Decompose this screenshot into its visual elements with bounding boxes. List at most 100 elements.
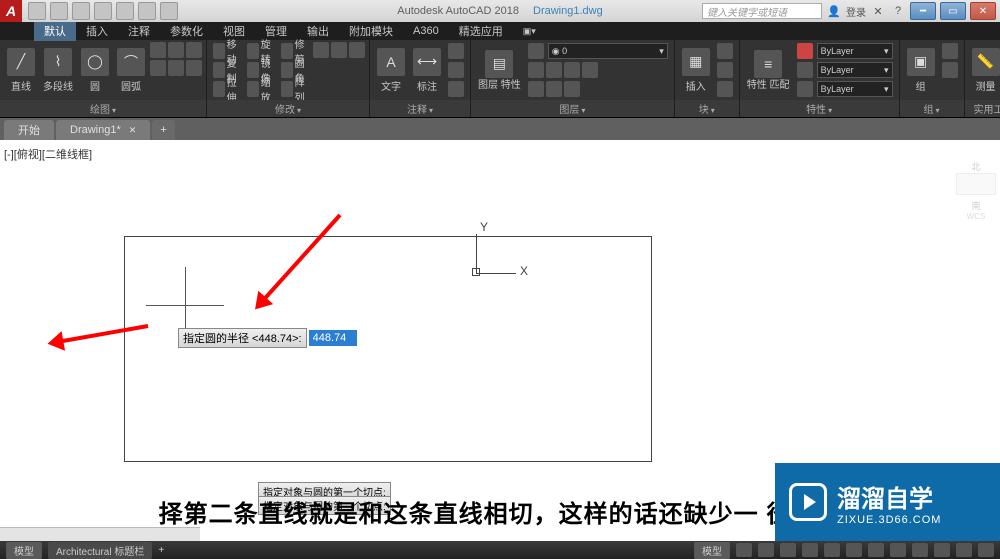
login-label[interactable]: 登录 <box>846 4 866 19</box>
qat-open-icon[interactable] <box>50 2 68 20</box>
linetype-combo[interactable]: ByLayer▾ <box>795 80 895 98</box>
layer-off-icon[interactable] <box>546 62 562 78</box>
model-space-toggle[interactable]: 模型 <box>694 542 730 559</box>
model-tab[interactable]: 模型 <box>6 542 42 559</box>
viewport-label[interactable]: [-][俯视][二维线框] <box>4 146 92 162</box>
line-button[interactable]: ╱直线 <box>4 42 38 98</box>
app-logo[interactable]: A <box>0 0 22 22</box>
layer-combo[interactable]: ◉ 0 ▾ <box>526 42 670 60</box>
erase-icon[interactable] <box>313 42 329 58</box>
file-tab-start[interactable]: 开始 <box>4 120 54 140</box>
match-props-button[interactable]: ≡特性 匹配 <box>744 42 793 98</box>
snap-toggle-icon[interactable] <box>758 543 774 557</box>
panel-layers-title[interactable]: 图层▾ <box>471 100 674 117</box>
tab-addins[interactable]: 附加模块 <box>339 21 403 41</box>
help-icon[interactable]: ? <box>890 3 906 19</box>
login-icon[interactable]: 👤 <box>826 3 842 19</box>
arc-button[interactable]: ⌒圆弧 <box>114 42 148 98</box>
offset-icon[interactable] <box>349 42 365 58</box>
command-line[interactable] <box>0 527 200 541</box>
tab-expand-icon[interactable]: ▣▾ <box>513 24 546 39</box>
tab-annotate[interactable]: 注释 <box>118 21 160 41</box>
rect-icon[interactable] <box>150 42 166 58</box>
qat-new-icon[interactable] <box>28 2 46 20</box>
qat-saveas-icon[interactable] <box>94 2 112 20</box>
lineweight-combo[interactable]: ByLayer▾ <box>795 61 895 79</box>
ellipse-icon[interactable] <box>186 42 202 58</box>
color-combo[interactable]: ByLayer▾ <box>795 42 895 60</box>
create-block-button[interactable] <box>715 42 735 60</box>
clean-screen-icon[interactable] <box>978 543 994 557</box>
panel-draw-title[interactable]: 绘图▾ <box>0 100 206 117</box>
panel-group-title[interactable]: 组▾ <box>900 100 964 117</box>
transparency-toggle-icon[interactable] <box>890 543 906 557</box>
cycling-toggle-icon[interactable] <box>912 543 928 557</box>
explode-icon[interactable] <box>331 42 347 58</box>
qat-save-icon[interactable] <box>72 2 90 20</box>
close-tab-icon[interactable]: ✕ <box>129 125 137 136</box>
layer-iso-icon[interactable] <box>528 81 544 97</box>
close-button[interactable]: ✕ <box>970 2 996 20</box>
navigation-bar[interactable]: 北 南 WCS <box>956 160 996 221</box>
annotation-scale-icon[interactable] <box>934 543 950 557</box>
file-tab-current[interactable]: Drawing1*✕ <box>56 120 150 140</box>
panel-modify-title[interactable]: 修改▾ <box>207 100 369 117</box>
layer-prev-icon[interactable] <box>564 81 580 97</box>
insert-block-button[interactable]: ▦插入 <box>679 42 713 98</box>
stretch-button[interactable]: 拉伸 <box>211 80 243 98</box>
layer-freeze-icon[interactable] <box>528 62 544 78</box>
dyn-toggle-icon[interactable] <box>846 543 862 557</box>
array-button[interactable]: 阵列 <box>279 80 311 98</box>
mtext-button[interactable] <box>446 80 466 98</box>
group-button[interactable]: ▣组 <box>904 42 938 98</box>
lineweight-toggle-icon[interactable] <box>868 543 884 557</box>
layer-props-button[interactable]: ▤图层 特性 <box>475 42 524 98</box>
osnap-toggle-icon[interactable] <box>824 543 840 557</box>
measure-button[interactable]: 📏测量 <box>969 42 1000 98</box>
text-button[interactable]: A文字 <box>374 42 408 98</box>
tab-default[interactable]: 默认 <box>34 21 76 41</box>
point-icon[interactable] <box>168 60 184 76</box>
panel-props-title[interactable]: 特性▾ <box>740 100 899 117</box>
drawn-rectangle[interactable] <box>124 236 652 462</box>
qat-print-icon[interactable] <box>116 2 134 20</box>
tab-parametric[interactable]: 参数化 <box>160 21 213 41</box>
polar-toggle-icon[interactable] <box>802 543 818 557</box>
layout-arch-tab[interactable]: Architectural 标题栏 <box>48 542 152 559</box>
layer-uniso-icon[interactable] <box>546 81 562 97</box>
hatch-icon[interactable] <box>168 42 184 58</box>
leader-button[interactable] <box>446 42 466 60</box>
dynamic-input-field[interactable] <box>309 330 357 346</box>
attr-button[interactable] <box>715 80 735 98</box>
scale-button[interactable]: 缩放 <box>245 80 277 98</box>
panel-blocks-title[interactable]: 块▾ <box>675 100 739 117</box>
viewcube-icon[interactable] <box>956 173 996 195</box>
spline-icon[interactable] <box>150 60 166 76</box>
maximize-button[interactable]: ▭ <box>940 2 966 20</box>
table-button[interactable] <box>446 61 466 79</box>
panel-util-title[interactable]: 实用工具▾ <box>965 100 1000 117</box>
layer-match-icon[interactable] <box>582 62 598 78</box>
qat-redo-icon[interactable] <box>160 2 178 20</box>
tab-insert[interactable]: 插入 <box>76 21 118 41</box>
workspace-switch-icon[interactable] <box>956 543 972 557</box>
edit-block-button[interactable] <box>715 61 735 79</box>
circle-button[interactable]: ◯圆 <box>78 42 112 98</box>
file-tab-new[interactable]: + <box>152 120 174 140</box>
layer-lock-icon[interactable] <box>564 62 580 78</box>
group-edit-button[interactable] <box>940 61 960 79</box>
add-layout-icon[interactable]: + <box>158 545 164 556</box>
ortho-toggle-icon[interactable] <box>780 543 796 557</box>
ungroup-button[interactable] <box>940 42 960 60</box>
search-input[interactable]: 键入关键字或短语 <box>702 3 822 19</box>
qat-undo-icon[interactable] <box>138 2 156 20</box>
minimize-button[interactable]: ━ <box>910 2 936 20</box>
region-icon[interactable] <box>186 60 202 76</box>
panel-annot-title[interactable]: 注释▾ <box>370 100 470 117</box>
polyline-button[interactable]: ⌇多段线 <box>40 42 76 98</box>
dim-button[interactable]: ⟷标注 <box>410 42 444 98</box>
tab-a360[interactable]: A360 <box>403 23 449 39</box>
exchange-icon[interactable]: ✕ <box>870 3 886 19</box>
grid-toggle-icon[interactable] <box>736 543 752 557</box>
tab-featured[interactable]: 精选应用 <box>449 21 513 41</box>
